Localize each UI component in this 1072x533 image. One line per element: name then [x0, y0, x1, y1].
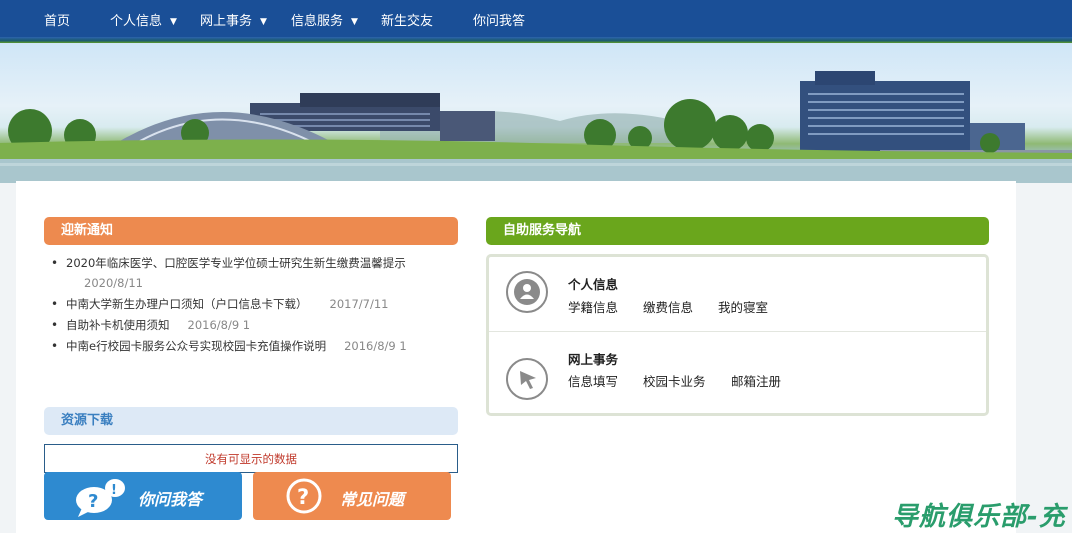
caret-down-icon: ▼ — [351, 17, 358, 27]
downloads-header: 资源下载 — [44, 407, 458, 435]
list-item[interactable]: 2020年临床医学、口腔医学专业学位硕士研究生新生缴费温馨提示2020/8/11 — [50, 256, 450, 290]
service-group-online: 网上事务 信息填写 校园卡业务 邮箱注册 — [489, 332, 986, 404]
caret-down-icon: ▼ — [170, 17, 177, 27]
service-title: 网上事务 — [568, 352, 619, 367]
faq-button-label: 常见问题 — [340, 490, 405, 509]
cursor-icon — [506, 358, 548, 400]
watermark-text: 导航俱乐部-充 — [892, 502, 1066, 532]
nav-item-home[interactable]: 首页 — [44, 10, 70, 29]
svg-text:?: ? — [88, 491, 98, 512]
self-service-box: 个人信息 学籍信息 缴费信息 我的寝室 网上事务 信息填写 校园卡业务 邮箱注册 — [486, 254, 989, 416]
nav-item-online-affairs[interactable]: 网上事务 ▼ — [200, 10, 267, 29]
question-circle-icon: ? — [286, 478, 322, 514]
ask-button-label: 你问我答 — [138, 490, 203, 509]
link-info-fill[interactable]: 信息填写 — [568, 371, 618, 390]
svg-text:?: ? — [297, 485, 309, 509]
caret-down-icon: ▼ — [260, 17, 267, 27]
service-title: 个人信息 — [568, 277, 619, 292]
list-item[interactable]: 自助补卡机使用须知2016/8/9 1 — [50, 318, 450, 332]
nav-item-personal-info[interactable]: 个人信息 ▼ — [110, 10, 177, 29]
nav-item-qa[interactable]: 你问我答 — [473, 10, 525, 29]
notice-header: 迎新通知 — [44, 217, 458, 245]
list-item[interactable]: 中南大学新生办理户口须知（户口信息卡下载）2017/7/11 — [50, 297, 450, 311]
link-student-record[interactable]: 学籍信息 — [568, 297, 618, 316]
person-icon — [506, 271, 548, 313]
link-payment-info[interactable]: 缴费信息 — [643, 297, 693, 316]
self-service-header: 自助服务导航 — [486, 217, 989, 245]
svg-text:!: ! — [111, 483, 117, 498]
link-campus-card[interactable]: 校园卡业务 — [643, 371, 706, 390]
notice-list: 2020年临床医学、口腔医学专业学位硕士研究生新生缴费温馨提示2020/8/11… — [50, 256, 450, 360]
link-my-dorm[interactable]: 我的寝室 — [718, 297, 768, 316]
link-email-register[interactable]: 邮箱注册 — [731, 371, 781, 390]
top-nav: 首页 个人信息 ▼ 网上事务 ▼ 信息服务 ▼ 新生交友 你问我答 — [0, 0, 1072, 37]
service-group-personal: 个人信息 学籍信息 缴费信息 我的寝室 — [489, 257, 986, 329]
nav-item-info-service[interactable]: 信息服务 ▼ — [291, 10, 358, 29]
faq-button[interactable]: ? 常见问题 — [253, 472, 451, 520]
campus-banner-image — [0, 43, 1072, 183]
chat-bubble-icon: ? ! — [76, 479, 125, 517]
ask-question-button[interactable]: ? ! 你问我答 — [44, 472, 242, 520]
list-item[interactable]: 中南e行校园卡服务公众号实现校园卡充值操作说明2016/8/9 1 — [50, 339, 450, 353]
empty-message: 没有可显示的数据 — [44, 444, 458, 473]
nav-item-freshman-social[interactable]: 新生交友 — [381, 10, 433, 29]
